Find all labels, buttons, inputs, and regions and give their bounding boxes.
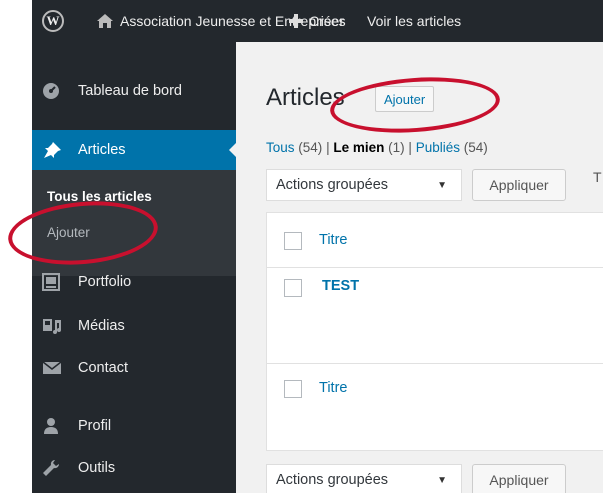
sidebar-item-dashboard[interactable]: Tableau de bord [32, 71, 236, 111]
dashboard-icon [42, 82, 62, 100]
select-all-checkbox[interactable] [284, 232, 302, 250]
column-header-title[interactable]: Titre [319, 232, 347, 248]
column-footer-title[interactable]: Titre [319, 380, 347, 396]
create-link[interactable]: Créer [309, 0, 344, 42]
apply-button[interactable]: Appliquer [472, 169, 566, 201]
pin-icon [42, 141, 62, 159]
media-icon [42, 317, 62, 335]
filter-all[interactable]: Tous (54) [266, 140, 322, 155]
bulk-actions-value: Actions groupées [276, 177, 389, 193]
wrench-icon [42, 459, 62, 477]
apply-button-bottom[interactable]: Appliquer [472, 464, 566, 493]
sidebar-item-label: Médias [78, 318, 125, 334]
filter-published[interactable]: Publiés (54) [416, 140, 488, 155]
row-checkbox[interactable] [284, 279, 302, 297]
sidebar-item-label: Outils [78, 460, 116, 476]
filter-separator: | [326, 140, 330, 155]
bulk-actions-select-bottom[interactable]: Actions groupées ▼ [266, 464, 462, 493]
sidebar-item-label: Tableau de bord [78, 83, 182, 99]
filter-separator: | [408, 140, 412, 155]
sidebar-item-articles[interactable]: Articles [32, 130, 237, 170]
filter-mine[interactable]: Le mien (1) [333, 140, 404, 155]
home-icon[interactable] [96, 0, 114, 42]
divider [267, 363, 603, 364]
sidebar-item-media[interactable]: Médias [32, 306, 236, 346]
plus-icon[interactable] [288, 0, 304, 42]
sidebar-item-label: Contact [78, 360, 128, 376]
mail-icon [42, 360, 62, 376]
wordpress-icon[interactable]: W [42, 10, 64, 32]
chevron-down-icon: ▼ [437, 474, 447, 486]
view-posts-link[interactable]: Voir les articles [367, 0, 461, 42]
sidebar-item-tools[interactable]: Outils [32, 448, 236, 488]
post-status-filters: Tous (54) | Le mien (1) | Publiés (54) [266, 140, 488, 155]
sidebar-item-label: Articles [78, 142, 126, 158]
sidebar-item-contact[interactable]: Contact [32, 348, 236, 388]
post-title-link[interactable]: TEST [322, 278, 359, 294]
sidebar-item-portfolio[interactable]: Portfolio [32, 262, 236, 302]
user-icon [42, 417, 62, 435]
clipped-control-label[interactable]: T [593, 169, 602, 185]
sidebar-item-profile[interactable]: Profil [32, 406, 236, 446]
select-all-checkbox-footer[interactable] [284, 380, 302, 398]
admin-bar: W Association Jeunesse et Entreprises Cr… [32, 0, 603, 42]
posts-table: Titre TEST Titre [266, 212, 603, 451]
chevron-down-icon: ▼ [437, 179, 447, 191]
divider [267, 267, 603, 268]
portfolio-icon [42, 273, 62, 291]
bulk-actions-select[interactable]: Actions groupées ▼ [266, 169, 462, 201]
sidebar-item-label: Portfolio [78, 274, 132, 290]
admin-sidebar: Tableau de bord Articles Tous les articl… [32, 42, 237, 493]
sidebar-item-label: Profil [78, 418, 112, 434]
bulk-actions-value: Actions groupées [276, 472, 389, 488]
